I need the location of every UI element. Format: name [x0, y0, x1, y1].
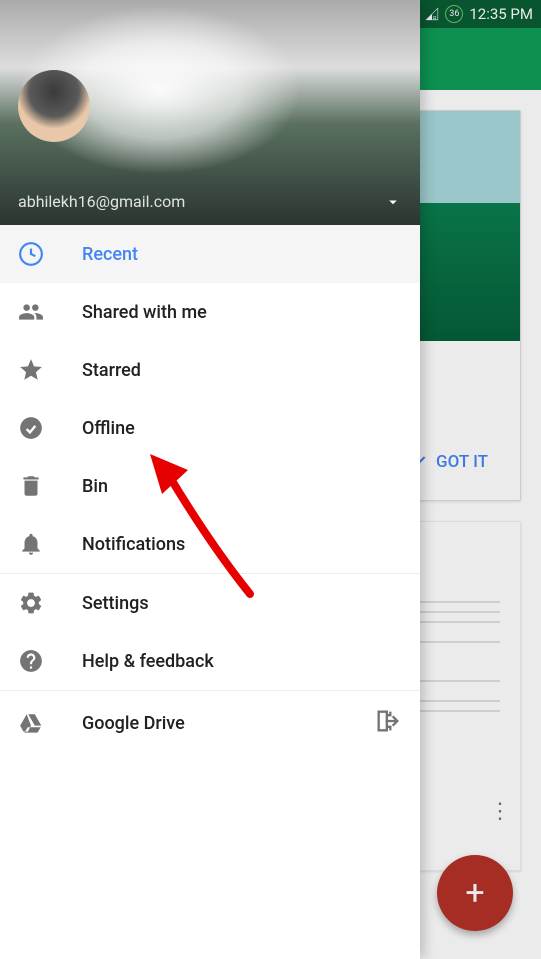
- trash-icon: [18, 473, 44, 499]
- bell-icon: [18, 531, 44, 557]
- chevron-down-icon[interactable]: [384, 193, 402, 211]
- help-icon: [18, 648, 44, 674]
- nav-item-help[interactable]: Help & feedback: [0, 632, 420, 690]
- nav-item-label: Help & feedback: [82, 651, 214, 672]
- nav-item-label: Notifications: [82, 534, 185, 555]
- nav-item-bin[interactable]: Bin: [0, 457, 420, 515]
- star-icon: [18, 357, 44, 383]
- nav-item-label: Starred: [82, 360, 141, 381]
- nav-item-label: Shared with me: [82, 302, 207, 323]
- nav-drawer: abhilekh16@gmail.com Recent Shared with …: [0, 0, 420, 959]
- avatar[interactable]: [18, 70, 90, 142]
- nav-item-starred[interactable]: Starred: [0, 341, 420, 399]
- nav-item-offline[interactable]: Offline: [0, 399, 420, 457]
- nav-item-label: Offline: [82, 418, 135, 439]
- clock-icon: [18, 241, 44, 267]
- gear-icon: [18, 590, 44, 616]
- nav-item-label: Settings: [82, 593, 149, 614]
- drawer-header[interactable]: abhilekh16@gmail.com: [0, 0, 420, 225]
- nav-item-label: Google Drive: [82, 713, 185, 734]
- nav-item-label: Bin: [82, 476, 108, 497]
- drawer-list: Recent Shared with me Starred Offline Bi…: [0, 225, 420, 959]
- offline-icon: [18, 415, 44, 441]
- nav-item-drive[interactable]: Google Drive: [0, 691, 420, 756]
- open-external-icon: [374, 707, 402, 740]
- nav-item-label: Recent: [82, 244, 138, 265]
- account-email: abhilekh16@gmail.com: [18, 192, 185, 211]
- nav-item-notifications[interactable]: Notifications: [0, 515, 420, 573]
- people-icon: [18, 299, 44, 325]
- nav-item-shared[interactable]: Shared with me: [0, 283, 420, 341]
- drive-icon: [18, 711, 44, 737]
- nav-item-recent[interactable]: Recent: [0, 225, 420, 283]
- nav-item-settings[interactable]: Settings: [0, 574, 420, 632]
